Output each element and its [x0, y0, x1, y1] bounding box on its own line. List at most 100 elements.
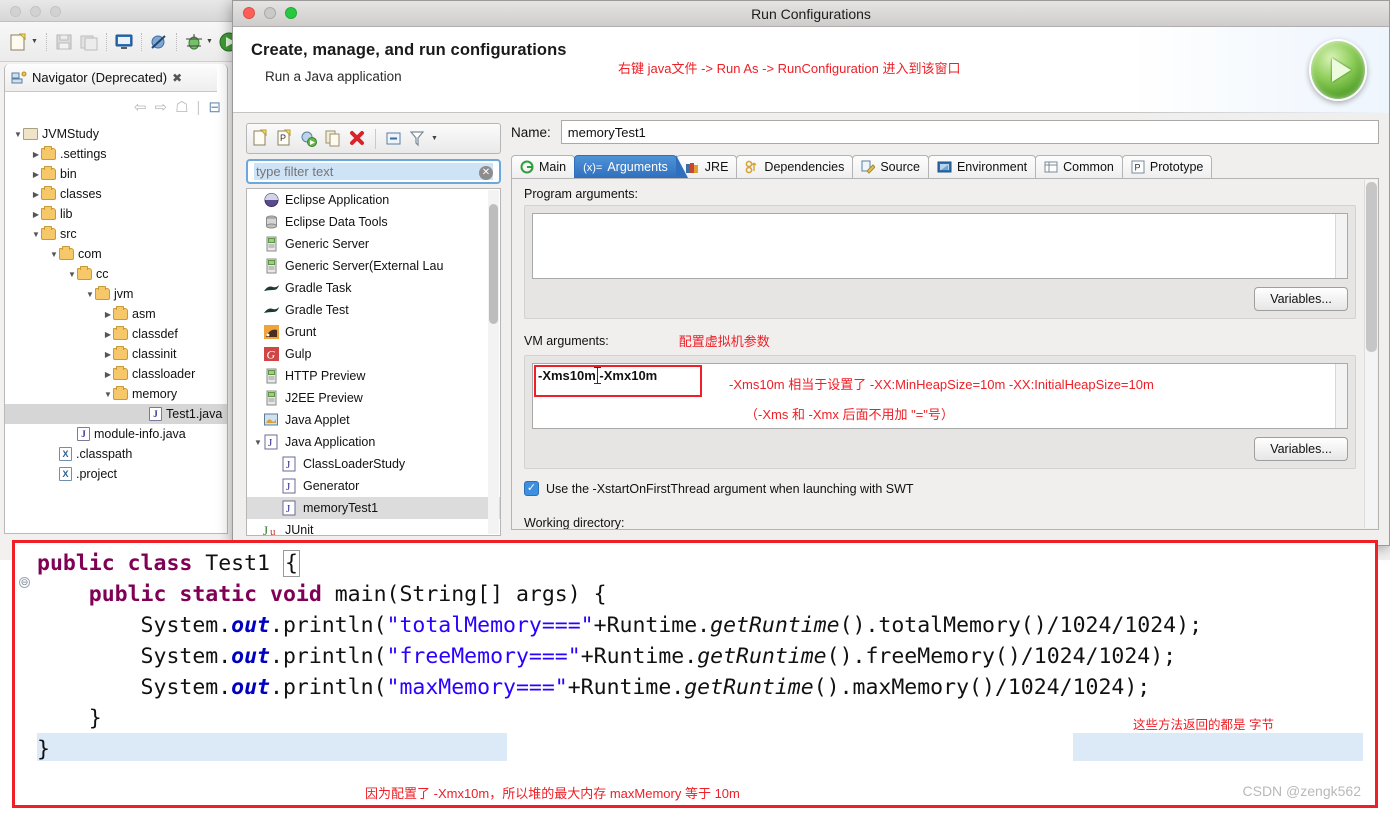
tab-dependencies[interactable]: Dependencies: [736, 155, 854, 178]
list-scrollbar[interactable]: [488, 190, 499, 534]
launch-config-list-item[interactable]: Generic Server(External Lau: [247, 255, 500, 277]
tab-prototype[interactable]: P Prototype: [1121, 155, 1213, 178]
program-arguments-textarea[interactable]: [532, 213, 1348, 279]
launch-config-toolbar[interactable]: P ▼: [246, 123, 501, 154]
launch-config-list-item[interactable]: Eclipse Application: [247, 189, 500, 211]
expand-arrow-icon[interactable]: [13, 130, 23, 139]
panel-scrollbar[interactable]: [1364, 180, 1377, 528]
debug-icon[interactable]: [183, 31, 205, 53]
navigator-tree-item[interactable]: lib: [5, 204, 227, 224]
collapse-arrow-icon[interactable]: [31, 170, 41, 179]
eclipse-window-controls[interactable]: [10, 6, 61, 17]
collapse-arrow-icon[interactable]: [103, 310, 113, 319]
zoom-button[interactable]: [50, 6, 61, 17]
launch-config-list-item[interactable]: J Generator: [247, 475, 500, 497]
navigator-tree-item[interactable]: Jmodule-info.java: [5, 424, 227, 444]
clear-icon[interactable]: ✕: [479, 166, 493, 180]
swt-checkbox-row[interactable]: ✓ Use the -XstartOnFirstThread argument …: [524, 481, 1366, 496]
filter-dropdown-arrow[interactable]: ▼: [431, 135, 438, 142]
navigator-tree-item[interactable]: classloader: [5, 364, 227, 384]
debug-dropdown-arrow[interactable]: ▼: [206, 38, 213, 45]
delete-icon[interactable]: [348, 129, 366, 148]
name-input[interactable]: [560, 120, 1379, 144]
textarea-scrollbar[interactable]: [1335, 364, 1347, 428]
expand-arrow-icon[interactable]: [31, 230, 41, 239]
tab-main[interactable]: Main: [511, 155, 576, 178]
navigator-tree-item[interactable]: asm: [5, 304, 227, 324]
expand-arrow-icon[interactable]: [49, 250, 59, 259]
vm-variables-button[interactable]: Variables...: [1254, 437, 1348, 461]
console-icon[interactable]: [113, 31, 135, 53]
collapse-arrow-icon[interactable]: [103, 370, 113, 379]
launch-config-list-item[interactable]: Gradle Task: [247, 277, 500, 299]
launch-config-list-item[interactable]: J Java Application: [247, 431, 500, 453]
collapse-arrow-icon[interactable]: [31, 190, 41, 199]
new-prototype-icon[interactable]: P: [276, 129, 294, 148]
duplicate-icon[interactable]: [324, 129, 342, 148]
collapse-all-icon[interactable]: [385, 129, 403, 148]
back-arrow-icon[interactable]: ⇦: [134, 98, 147, 116]
close-button[interactable]: [243, 7, 255, 19]
editor-gutter[interactable]: ⊖: [15, 543, 37, 805]
navigator-tree-item[interactable]: classdef: [5, 324, 227, 344]
navigator-tree-item[interactable]: jvm: [5, 284, 227, 304]
launch-config-list-item[interactable]: J2EE Preview: [247, 387, 500, 409]
navigator-tree-item[interactable]: J Test1.java: [5, 404, 227, 424]
filter-icon[interactable]: [409, 129, 425, 148]
scroll-thumb[interactable]: [1366, 182, 1377, 352]
navigator-tree-item[interactable]: com: [5, 244, 227, 264]
close-button[interactable]: [10, 6, 21, 17]
navigator-tree-item[interactable]: X .project: [5, 464, 227, 484]
minimize-button[interactable]: [264, 7, 276, 19]
navigator-tree[interactable]: JVMStudy .settings bin classes lib srccom ccjv…: [5, 122, 227, 533]
zoom-button[interactable]: [285, 7, 297, 19]
launch-config-list-item[interactable]: J ClassLoaderStudy: [247, 453, 500, 475]
configuration-tabs[interactable]: Main (x)= Arguments JRE Dependencies Source En…: [511, 154, 1379, 178]
collapse-arrow-icon[interactable]: [103, 330, 113, 339]
tab-common[interactable]: Common: [1035, 155, 1123, 178]
new-launch-configuration-icon[interactable]: [252, 129, 270, 148]
close-icon[interactable]: ✖: [172, 71, 182, 85]
minimize-button[interactable]: [30, 6, 41, 17]
textarea-scrollbar[interactable]: [1335, 214, 1347, 278]
launch-config-list-item[interactable]: Java Applet: [247, 409, 500, 431]
eclipse-toolbar[interactable]: ▼ ▼: [0, 22, 240, 62]
navigator-tree-item[interactable]: .settings: [5, 144, 227, 164]
navigator-tree-item[interactable]: JVMStudy: [5, 124, 227, 144]
navigator-tree-item[interactable]: src: [5, 224, 227, 244]
tab-arguments[interactable]: (x)= Arguments: [574, 155, 688, 178]
new-wizard-dropdown-arrow[interactable]: ▼: [31, 38, 38, 45]
expand-arrow-icon[interactable]: [67, 270, 77, 279]
filter-input[interactable]: [254, 163, 493, 180]
expand-arrow-icon[interactable]: [85, 290, 95, 299]
expand-arrow-icon[interactable]: [253, 438, 263, 447]
navigator-toolbar[interactable]: ⇦ ⇨ ☖ | ⊟: [5, 93, 227, 121]
filter-field[interactable]: ✕: [246, 159, 501, 184]
navigator-tree-item[interactable]: classes: [5, 184, 227, 204]
navigator-tree-item[interactable]: X .classpath: [5, 444, 227, 464]
collapse-all-icon[interactable]: ⊟: [208, 98, 221, 116]
launch-config-list-item[interactable]: Generic Server: [247, 233, 500, 255]
tab-environment[interactable]: Environment: [927, 155, 1037, 178]
collapse-arrow-icon[interactable]: [103, 350, 113, 359]
launch-config-list-item[interactable]: Grunt: [247, 321, 500, 343]
collapse-arrow-icon[interactable]: [31, 150, 41, 159]
dialog-window-controls[interactable]: [243, 7, 297, 19]
navigator-tree-item[interactable]: memory: [5, 384, 227, 404]
navigator-tree-item[interactable]: cc: [5, 264, 227, 284]
export-icon[interactable]: [300, 129, 318, 148]
program-variables-button[interactable]: Variables...: [1254, 287, 1348, 311]
scroll-thumb[interactable]: [489, 204, 498, 324]
launch-config-list-item[interactable]: Eclipse Data Tools: [247, 211, 500, 233]
skip-breakpoints-icon[interactable]: [148, 31, 170, 53]
launch-config-list-item[interactable]: G Gulp: [247, 343, 500, 365]
save-icon[interactable]: [53, 31, 75, 53]
launch-config-list-item[interactable]: Gradle Test: [247, 299, 500, 321]
vm-arguments-textarea[interactable]: -Xms10m -Xmx10m -Xms10m 相当于设置了 -XX:MinHe…: [532, 363, 1348, 429]
navigator-tree-item[interactable]: bin: [5, 164, 227, 184]
collapse-arrow-icon[interactable]: [31, 210, 41, 219]
launch-config-list-item[interactable]: Ju JUnit: [247, 519, 500, 535]
launch-config-list-item[interactable]: JmemoryTest1: [247, 497, 500, 519]
swt-checkbox[interactable]: ✓: [524, 481, 539, 496]
new-wizard-icon[interactable]: [8, 31, 30, 53]
